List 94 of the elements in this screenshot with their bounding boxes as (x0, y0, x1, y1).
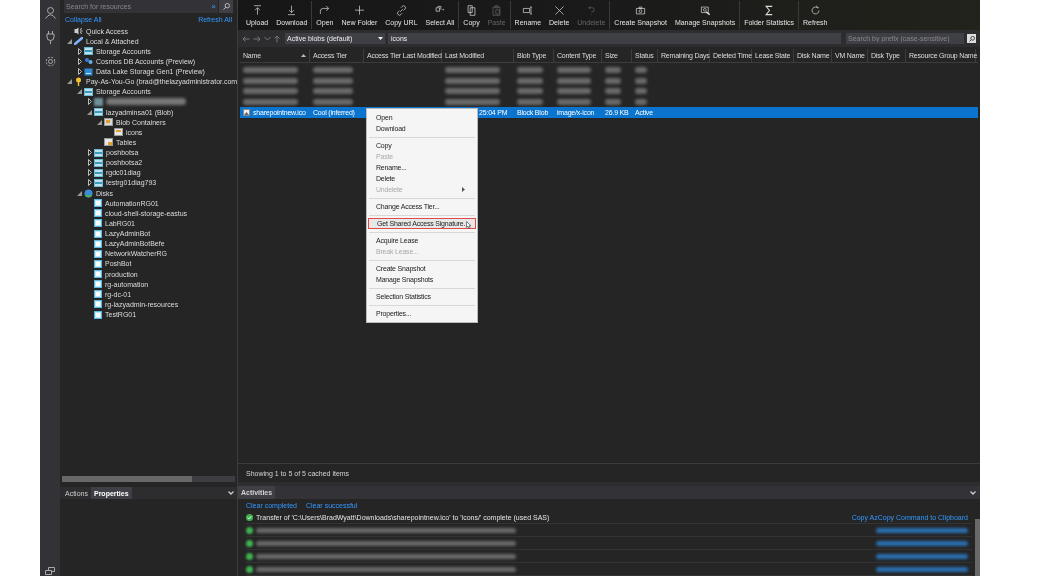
expand-triangle-icon[interactable] (77, 47, 82, 55)
forward-arrow-icon[interactable] (253, 35, 261, 42)
snapshots-icon (699, 4, 711, 16)
blurred-text (557, 98, 591, 105)
expand-triangle-icon[interactable] (87, 179, 92, 187)
caret-icon (378, 37, 383, 40)
blurred-text (517, 67, 543, 74)
blurred-text (517, 98, 543, 105)
blurred-text (517, 77, 543, 84)
person-icon[interactable] (44, 7, 56, 19)
blurred-text (557, 88, 591, 95)
blurred-text (635, 98, 647, 105)
plus-icon (353, 4, 365, 16)
expand-triangle-icon[interactable] (87, 169, 92, 177)
link-icon (395, 4, 407, 16)
storage-account-icon (84, 47, 93, 56)
blurred-text (313, 67, 353, 74)
undo-icon (585, 4, 597, 16)
gear-icon[interactable] (44, 56, 56, 67)
cursor-icon (466, 221, 472, 229)
blurred-text (635, 88, 647, 95)
blurred-text (445, 77, 500, 84)
collapse-triangle-icon[interactable] (77, 190, 82, 196)
clear-button[interactable]: × (211, 2, 216, 11)
search-icon (968, 35, 975, 42)
success-check-icon (246, 513, 253, 521)
collapse-triangle-icon[interactable] (67, 38, 72, 44)
expand-triangle-icon[interactable] (77, 68, 82, 76)
collapse-triangle-icon[interactable] (67, 79, 72, 85)
curved-arrow-icon (319, 4, 331, 16)
blurred-text (605, 67, 621, 74)
storage-account-icon (94, 108, 103, 117)
search-button[interactable] (219, 0, 233, 13)
key-icon (74, 77, 83, 87)
blurred-text (605, 77, 621, 84)
container-icon (114, 128, 123, 137)
blurred-text (313, 88, 353, 95)
blurred-text (557, 77, 591, 84)
blurred-text (445, 67, 500, 74)
storage-account-icon (94, 178, 103, 187)
storage-account-icon (94, 158, 103, 167)
search-icon (222, 3, 230, 10)
chevron-down-icon[interactable] (228, 491, 234, 495)
image-file-icon (243, 108, 250, 116)
expand-triangle-icon[interactable] (87, 98, 92, 106)
blurred-text (635, 77, 647, 84)
blurred-text (313, 77, 353, 84)
blurred-text (605, 88, 621, 95)
expand-triangle-icon[interactable] (87, 149, 92, 157)
clipboard-icon (491, 4, 503, 16)
scrollbar-thumb[interactable] (975, 519, 980, 576)
feedback-icon[interactable] (45, 567, 55, 575)
blurred-text (445, 98, 500, 105)
collapse-triangle-icon[interactable] (87, 109, 92, 115)
download-icon (286, 4, 298, 16)
camera-icon (635, 4, 647, 16)
blurred-text (605, 98, 621, 105)
blurred-text (243, 77, 298, 84)
chevron-down-icon[interactable] (970, 490, 976, 495)
expand-triangle-icon[interactable] (77, 57, 82, 65)
datalake-icon (84, 67, 93, 76)
storage-account-icon (94, 168, 103, 177)
upload-icon (251, 4, 263, 16)
expand-triangle-icon[interactable] (87, 159, 92, 167)
plug-icon[interactable] (45, 31, 55, 44)
copy-icon (466, 4, 477, 16)
link-icon (74, 37, 83, 46)
up-arrow-icon[interactable] (274, 34, 280, 43)
x-icon (553, 4, 565, 16)
blurred-text (517, 88, 543, 95)
collapse-triangle-icon[interactable] (77, 89, 82, 95)
back-arrow-icon[interactable] (242, 35, 250, 42)
scrollbar-thumb[interactable] (62, 476, 192, 482)
blurred-text (243, 98, 298, 105)
sort-arrow-icon (301, 54, 306, 57)
storage-account-icon (94, 148, 103, 157)
quick-access-icon (74, 27, 83, 36)
table-icon (104, 138, 113, 147)
collapse-triangle-icon[interactable] (97, 119, 102, 125)
rename-icon (522, 4, 534, 16)
blurred-text (557, 67, 591, 74)
sigma-icon (763, 4, 775, 16)
blurred-icon (94, 97, 103, 106)
blurred-text (313, 98, 353, 105)
search-button[interactable] (967, 34, 976, 43)
globe-icon (84, 188, 93, 198)
refresh-icon (809, 4, 821, 16)
blurred-text (635, 67, 647, 74)
blurred-text (445, 88, 500, 95)
storage-account-icon (84, 87, 93, 96)
blurred-text (243, 67, 298, 74)
blurred-text (243, 88, 298, 95)
container-group-icon (104, 118, 113, 127)
cosmos-icon (84, 57, 93, 66)
